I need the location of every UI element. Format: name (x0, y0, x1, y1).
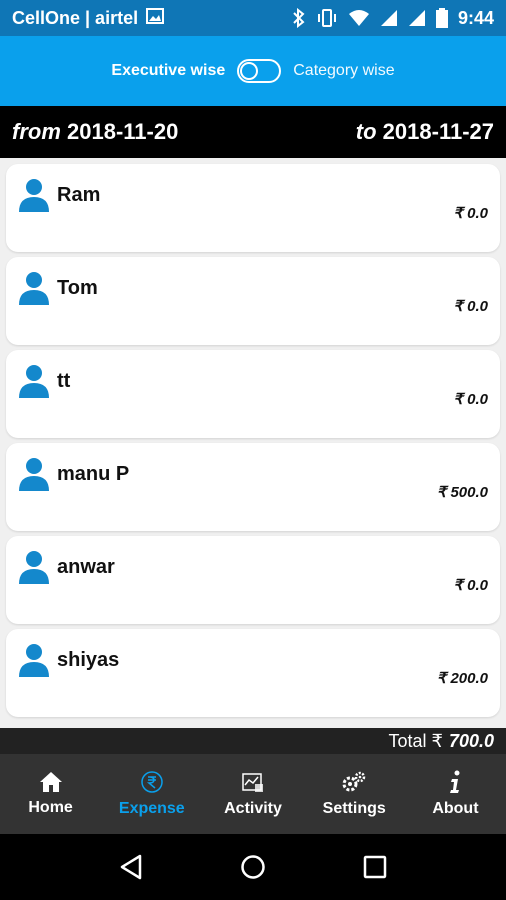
from-keyword: from (12, 119, 61, 144)
from-date-value: 2018-11-20 (67, 119, 179, 144)
rupee-icon (141, 771, 163, 793)
person-icon (19, 551, 49, 584)
nav-activity[interactable]: Activity (202, 754, 303, 834)
person-icon (19, 644, 49, 677)
executive-name: Tom (57, 277, 98, 299)
list-item[interactable]: Tom ₹ 0.0 (6, 257, 500, 345)
list-item[interactable]: Ram ₹ 0.0 (6, 164, 500, 252)
total-bar: Total ₹ 700.0 (0, 728, 506, 754)
nav-label: Home (28, 799, 73, 816)
back-icon[interactable] (119, 854, 143, 880)
to-date[interactable]: to 2018-11-27 (356, 119, 494, 145)
list-item[interactable]: anwar ₹ 0.0 (6, 536, 500, 624)
to-date-value: 2018-11-27 (382, 119, 494, 144)
nav-settings[interactable]: Settings (304, 754, 405, 834)
info-icon (450, 770, 460, 793)
person-icon (19, 458, 49, 491)
nav-home[interactable]: Home (0, 754, 101, 834)
battery-icon (435, 8, 448, 28)
to-keyword: to (355, 119, 377, 144)
executive-amount: ₹ 500.0 (436, 484, 488, 501)
image-notification-icon (146, 7, 165, 29)
executive-name: shiyas (57, 649, 120, 671)
nav-label: Settings (322, 800, 386, 817)
executive-amount: ₹ 0.0 (453, 577, 488, 594)
nav-label: About (432, 800, 479, 817)
home-icon (39, 772, 62, 792)
carrier-name: CellOne | airtel (12, 7, 139, 28)
executive-amount: ₹ 0.0 (453, 298, 488, 315)
executive-name: anwar (57, 556, 115, 578)
system-nav-bar (0, 834, 506, 900)
executive-amount: ₹ 0.0 (453, 205, 488, 222)
category-wise-label[interactable]: Category wise (293, 62, 394, 80)
list-item[interactable]: manu P ₹ 500.0 (6, 443, 500, 531)
signal-2-icon (408, 9, 426, 27)
nav-expense[interactable]: Expense (101, 754, 202, 834)
executive-amount: ₹ 200.0 (436, 670, 488, 687)
home-circle-icon[interactable] (240, 854, 266, 880)
total-label: Total ₹ (388, 730, 443, 751)
person-icon (19, 365, 49, 398)
bottom-nav: Home Expense Activity Settings About (0, 754, 506, 834)
list-item[interactable]: tt ₹ 0.0 (6, 350, 500, 438)
date-range-bar: from 2018-11-20 to 2018-11-27 (0, 106, 506, 158)
total-value: 700.0 (448, 730, 494, 751)
switch-knob (240, 62, 259, 80)
nav-about[interactable]: About (405, 754, 506, 834)
list-item[interactable]: shiyas ₹ 200.0 (6, 629, 500, 717)
executive-amount: ₹ 0.0 (453, 391, 488, 408)
executive-name: manu P (57, 463, 130, 485)
activity-icon (242, 773, 263, 792)
nav-label: Expense (118, 800, 185, 817)
signal-icon (380, 9, 398, 27)
view-mode-switch[interactable] (237, 59, 282, 83)
from-date[interactable]: from 2018-11-20 (12, 119, 178, 145)
executive-name: tt (57, 370, 71, 392)
executive-wise-label[interactable]: Executive wise (111, 62, 225, 80)
recents-icon[interactable] (363, 855, 387, 879)
status-bar: CellOne | airtel 9:44 (0, 0, 506, 36)
executive-name: Ram (57, 184, 101, 206)
view-toggle-bar: Executive wise Category wise (0, 36, 506, 106)
gears-icon (342, 771, 366, 792)
person-icon (19, 272, 49, 305)
vibrate-icon (316, 8, 338, 28)
nav-label: Activity (224, 800, 282, 817)
person-icon (19, 179, 49, 212)
clock-time: 9:44 (457, 7, 494, 28)
executive-list[interactable]: Ram ₹ 0.0 Tom ₹ 0.0 tt ₹ 0.0 manu P ₹ 50… (0, 160, 506, 726)
bluetooth-icon (292, 8, 306, 28)
wifi-icon (348, 9, 370, 27)
